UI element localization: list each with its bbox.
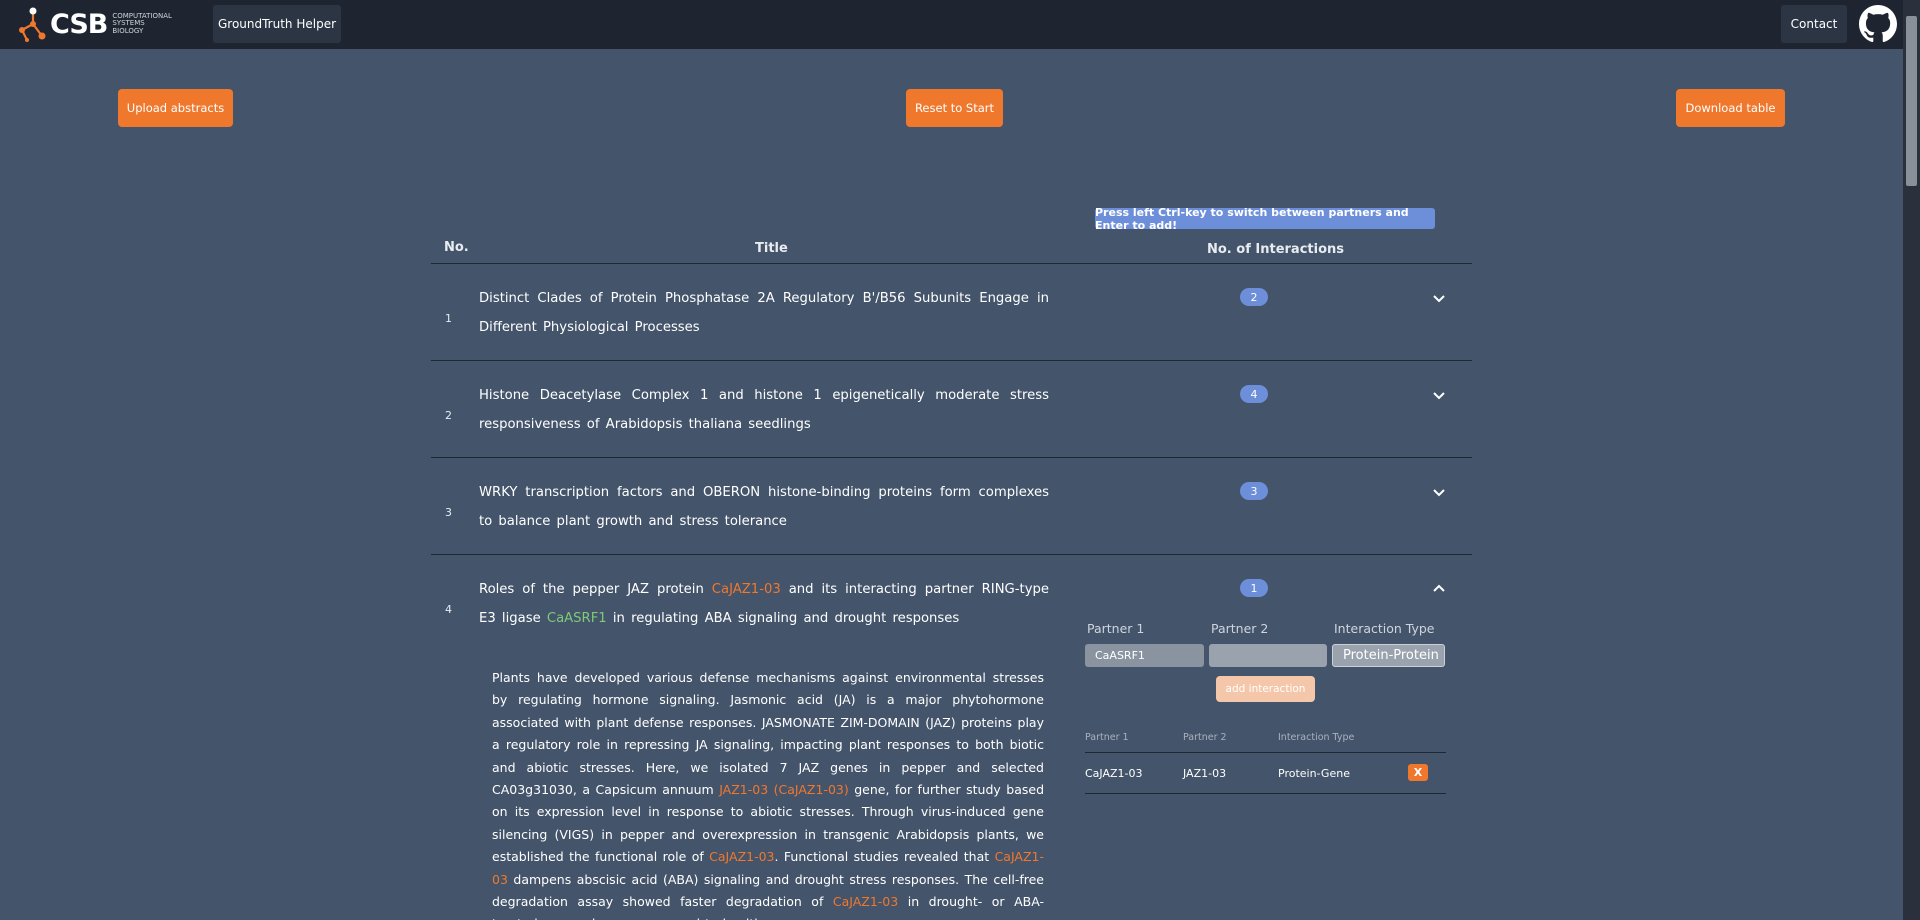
partner1-highlight: CaJAZ1-03 [711,582,781,597]
partner2-label: Partner 2 [1211,621,1269,636]
partner2-input[interactable] [1209,644,1327,667]
chevron-up-icon[interactable] [1431,581,1447,597]
interaction-count-badge: 4 [1240,385,1268,403]
keyboard-hint-tooltip: Press left Ctrl-key to switch between pa… [1095,206,1435,232]
row-title: WRKY transcription factors and OBERON hi… [479,485,1049,529]
row-title: Roles of the pepper JAZ protein CaJAZ1-0… [479,582,1049,626]
interaction-count-badge: 2 [1240,288,1268,306]
interaction-count-badge: 3 [1240,482,1268,500]
navbar: CSB COMPUTATIONAL SYSTEMS BIOLOGY Ground… [0,0,1903,49]
column-header-interactions: No. of Interactions [1207,242,1344,257]
interaction-count-badge: 1 [1240,579,1268,597]
logo-text: CSB [50,8,108,40]
interaction-type-select[interactable]: Protein-Protein [1332,644,1445,667]
list-header-partner2: Partner 2 [1183,732,1227,743]
reset-to-start-button[interactable]: Reset to Start [906,89,1003,127]
divider [431,554,1472,555]
list-header-partner1: Partner 1 [1085,732,1129,743]
row-number: 3 [445,506,452,519]
row-title: Distinct Clades of Protein Phosphatase 2… [479,291,1049,335]
chevron-down-icon[interactable] [1431,290,1447,306]
column-header-no: No. [444,240,469,255]
interaction-type: Protein-Gene [1278,767,1350,780]
interaction-partner2: JAZ1-03 [1183,767,1227,780]
interaction-type-label: Interaction Type [1334,621,1435,636]
partner1-input[interactable]: CaASRF1 [1085,644,1204,667]
divider [431,360,1472,361]
divider [431,263,1472,264]
row-title: Histone Deacetylase Complex 1 and histon… [479,388,1049,432]
divider [1085,793,1446,794]
divider [431,457,1472,458]
page-scrollbar[interactable] [1903,0,1920,920]
upload-abstracts-button[interactable]: Upload abstracts [118,89,233,127]
groundtruth-helper-button[interactable]: GroundTruth Helper [213,5,341,43]
row-number: 1 [445,312,452,325]
download-table-button[interactable]: Download table [1676,89,1785,127]
partner1-label: Partner 1 [1087,621,1145,636]
list-header-type: Interaction Type [1278,732,1355,743]
scrollbar-thumb[interactable] [1906,16,1917,186]
partner2-highlight: CaASRF1 [546,611,607,626]
chevron-down-icon[interactable] [1431,484,1447,500]
column-header-title: Title [755,241,788,256]
interaction-partner1: CaJAZ1-03 [1085,767,1143,780]
row-number: 2 [445,409,452,422]
delete-interaction-button[interactable]: X [1408,764,1428,781]
logo-subtitle: COMPUTATIONAL SYSTEMS BIOLOGY [112,11,172,35]
molecule-logo-icon [19,7,46,42]
csb-logo[interactable]: CSB COMPUTATIONAL SYSTEMS BIOLOGY [18,4,193,44]
github-icon[interactable] [1859,5,1897,43]
abstract-text: Plants have developed various defense me… [492,670,1045,920]
chevron-down-icon[interactable] [1431,387,1447,403]
row-number: 4 [445,603,452,616]
divider [1085,752,1446,753]
contact-button[interactable]: Contact [1781,5,1847,43]
add-interaction-button[interactable]: add interaction [1216,676,1315,702]
